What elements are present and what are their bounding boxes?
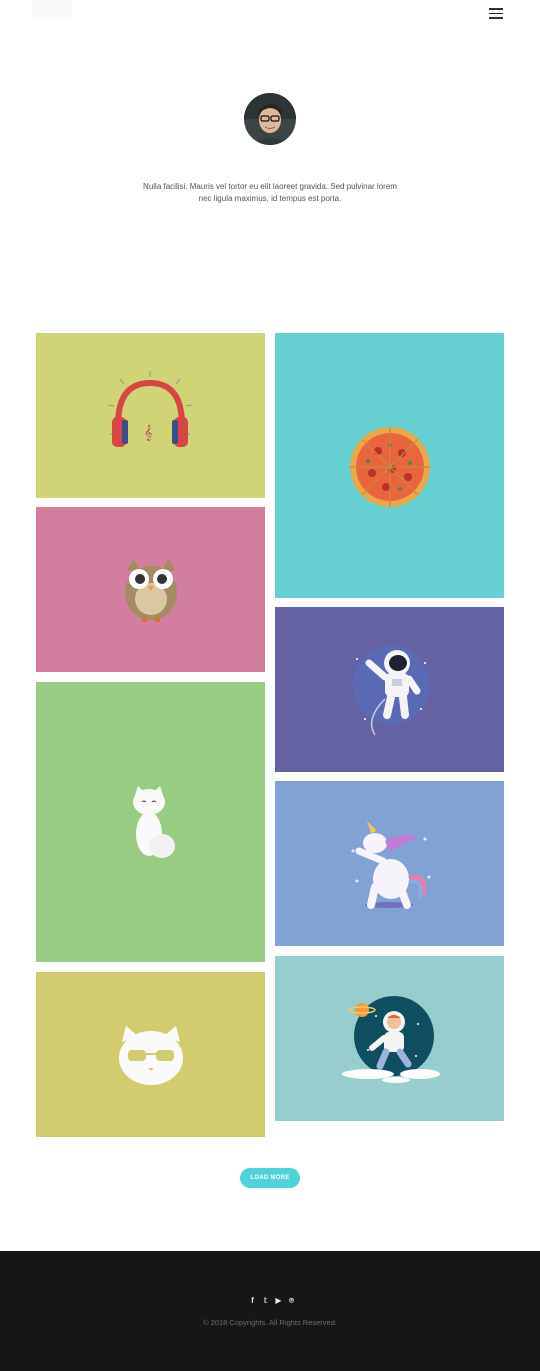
portfolio-item-pizza[interactable]	[275, 333, 504, 598]
portfolio-item-kid-astronaut[interactable]	[275, 956, 504, 1121]
svg-text:𝄞: 𝄞	[144, 425, 152, 441]
portfolio-item-owl[interactable]	[36, 507, 265, 672]
portfolio-item-astronaut[interactable]	[275, 607, 504, 772]
portfolio-item-cat-with-glasses[interactable]	[36, 972, 265, 1137]
copyright-text: © 2018 Copyrights. All Rights Reserved.	[203, 1318, 337, 1327]
portfolio-item-dabbing-unicorn[interactable]	[275, 781, 504, 946]
footer	[0, 1251, 540, 1371]
headphones-illustration: 𝄞	[107, 371, 193, 447]
logo[interactable]	[32, 0, 72, 20]
cat-with-glasses-illustration	[119, 1026, 183, 1085]
youtube-icon[interactable]: ▶	[274, 1296, 283, 1305]
github-icon[interactable]: ⌾	[287, 1296, 296, 1305]
social-links: f 𝕥 ▶ ⌾	[248, 1296, 296, 1306]
owl-illustration	[125, 559, 177, 622]
pizza-illustration	[350, 427, 430, 507]
dabbing-unicorn-illustration	[351, 821, 431, 909]
twitter-icon[interactable]: 𝕥	[261, 1296, 270, 1305]
kid-astronaut-illustration	[342, 996, 440, 1083]
profile-bio: Nulla facilisi. Mauris vel tortor eu eli…	[143, 182, 397, 203]
white-cat-illustration	[133, 786, 175, 858]
portfolio-item-white-cat[interactable]	[36, 682, 265, 962]
astronaut-illustration	[353, 645, 429, 736]
load-more-button[interactable]: LOAD MORE	[240, 1168, 300, 1188]
hamburger-menu-icon[interactable]	[489, 8, 503, 20]
portfolio-item-headphones[interactable]: 𝄞	[36, 333, 265, 498]
avatar	[244, 93, 296, 145]
facebook-icon[interactable]: f	[248, 1296, 257, 1305]
